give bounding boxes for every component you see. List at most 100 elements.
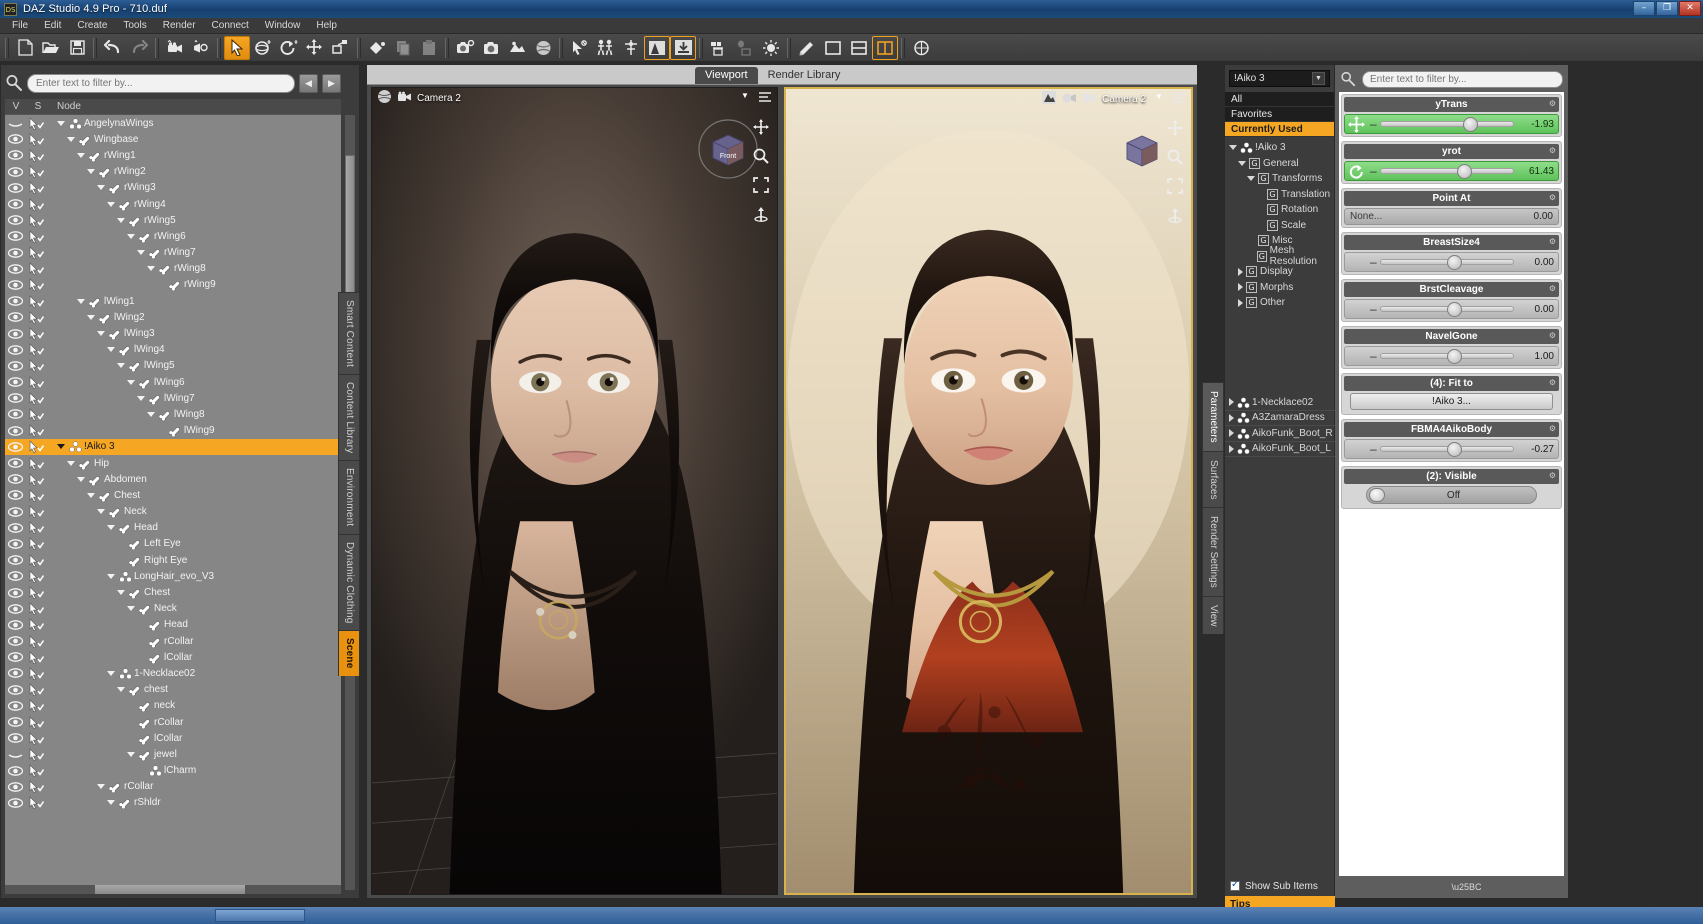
visibility-eye-icon[interactable] xyxy=(5,426,25,436)
selectable-pointer-icon[interactable] xyxy=(25,295,47,308)
scene-tree-row[interactable]: Neck xyxy=(5,601,341,617)
selectable-pointer-icon[interactable] xyxy=(25,586,47,599)
open-file-icon[interactable] xyxy=(38,36,64,60)
parameter-field[interactable]: None...0.00 xyxy=(1344,208,1559,225)
scene-tree-row[interactable]: rWing3 xyxy=(5,180,341,196)
show-sub-items-checkbox[interactable] xyxy=(1230,881,1240,891)
parameter-slider[interactable]: –0.00 xyxy=(1344,252,1559,272)
selectable-pointer-icon[interactable] xyxy=(25,635,47,648)
parameter-scene-item[interactable]: AikoFunk_Boot_L xyxy=(1225,442,1335,458)
viewport-options-icon[interactable] xyxy=(758,91,772,106)
create-light-icon[interactable] xyxy=(188,36,214,60)
parameter-group-row[interactable]: GOther xyxy=(1225,295,1334,311)
fit-to-button[interactable]: !Aiko 3... xyxy=(1350,393,1553,410)
parameter-group-row[interactable]: GMorphs xyxy=(1225,280,1334,296)
category-all[interactable]: All xyxy=(1225,92,1334,107)
slider-decrement-button[interactable]: – xyxy=(1367,304,1380,314)
parameters-filter-input[interactable] xyxy=(1362,71,1563,88)
chevron-down-icon-tree[interactable] xyxy=(147,412,155,417)
rotate-tool-icon[interactable] xyxy=(250,36,276,60)
tab-parameters[interactable]: Parameters xyxy=(1202,382,1224,451)
selectable-pointer-icon[interactable] xyxy=(25,796,47,809)
scene-tree-row[interactable]: lWing5 xyxy=(5,358,341,374)
chevron-down-icon-param[interactable] xyxy=(1229,145,1237,150)
toggle-knob[interactable] xyxy=(1369,488,1385,502)
slider-decrement-button[interactable]: – xyxy=(1367,166,1380,176)
chevron-down-icon-tree[interactable] xyxy=(77,477,85,482)
parameter-scene-item[interactable]: A3ZamaraDress xyxy=(1225,411,1335,427)
spin-tool-icon[interactable] xyxy=(276,36,302,60)
visible-toggle[interactable]: Off xyxy=(1366,486,1537,504)
gear-icon[interactable]: ⚙ xyxy=(1549,378,1556,387)
chevron-right-icon-param[interactable] xyxy=(1238,268,1243,276)
visibility-eye-icon[interactable] xyxy=(5,701,25,711)
scene-tree-row[interactable]: rWing6 xyxy=(5,228,341,244)
chevron-right-icon-item[interactable] xyxy=(1229,445,1234,453)
save-file-icon[interactable] xyxy=(64,36,90,60)
slider-thumb[interactable] xyxy=(1447,442,1462,457)
save-preset-icon[interactable] xyxy=(670,36,696,60)
show-sub-items-row[interactable]: Show Sub Items xyxy=(1225,878,1335,894)
layout-split-v-icon[interactable] xyxy=(872,36,898,60)
menu-create[interactable]: Create xyxy=(69,19,115,32)
chevron-down-icon-tree[interactable] xyxy=(127,234,135,239)
preset-selector[interactable]: !Aiko 3 ▼ xyxy=(1229,70,1330,87)
chevron-down-icon-tree[interactable] xyxy=(97,185,105,190)
joint-editor-icon[interactable] xyxy=(618,36,644,60)
scene-tree-row[interactable]: Hip xyxy=(5,455,341,471)
redo-icon[interactable] xyxy=(126,36,152,60)
scene-tree-row[interactable]: lCharm xyxy=(5,763,341,779)
scene-tree-row[interactable]: 1-Necklace02 xyxy=(5,665,341,681)
scene-tree-row[interactable]: lCollar xyxy=(5,730,341,746)
scene-tree-row[interactable]: rWing9 xyxy=(5,277,341,293)
parameter-group-row[interactable]: GTransforms xyxy=(1225,171,1334,187)
selectable-pointer-icon[interactable] xyxy=(25,732,47,745)
scene-tree-row[interactable]: rWing8 xyxy=(5,261,341,277)
orbit-icon[interactable] xyxy=(750,203,772,225)
selectable-pointer-icon[interactable] xyxy=(25,408,47,421)
scene-tree-row[interactable]: rWing2 xyxy=(5,164,341,180)
tab-scene[interactable]: Scene xyxy=(338,630,360,675)
selectable-pointer-icon[interactable] xyxy=(25,570,47,583)
gear-icon[interactable]: ⚙ xyxy=(1549,284,1556,293)
scene-tree-row[interactable]: Chest xyxy=(5,487,341,503)
chevron-right-icon-item[interactable] xyxy=(1229,414,1234,422)
gear-icon[interactable]: ⚙ xyxy=(1549,331,1556,340)
chevron-down-icon-tree[interactable] xyxy=(87,315,95,320)
filter-next-button[interactable]: ▶ xyxy=(322,74,341,93)
visibility-eye-icon[interactable] xyxy=(5,604,25,614)
visibility-eye-icon[interactable] xyxy=(5,280,25,290)
menu-edit[interactable]: Edit xyxy=(36,19,69,32)
visibility-eye-icon[interactable] xyxy=(5,685,25,695)
category-currently-used[interactable]: Currently Used xyxy=(1225,122,1334,137)
parameter-slider[interactable]: –61.43 xyxy=(1344,161,1559,181)
slider-decrement-button[interactable]: – xyxy=(1367,257,1380,267)
selectable-pointer-icon[interactable] xyxy=(25,473,47,486)
chevron-right-icon-item[interactable] xyxy=(1229,429,1234,437)
spot-render-icon[interactable] xyxy=(478,36,504,60)
selectable-pointer-icon[interactable] xyxy=(25,457,47,470)
selectable-pointer-icon[interactable] xyxy=(25,230,47,243)
render-icon[interactable] xyxy=(504,36,530,60)
iray-preview-icon[interactable] xyxy=(530,36,556,60)
undo-icon[interactable] xyxy=(100,36,126,60)
chevron-down-icon-tree[interactable] xyxy=(127,380,135,385)
viewport-options-icon-right[interactable] xyxy=(1172,92,1186,107)
chevron-down-icon-tree[interactable] xyxy=(117,590,125,595)
chevron-down-icon-right[interactable]: ▼ xyxy=(1151,92,1167,106)
chevron-right-icon-item[interactable] xyxy=(1229,398,1234,406)
selectable-pointer-icon[interactable] xyxy=(25,343,47,356)
parameter-slider[interactable]: –-0.27 xyxy=(1344,439,1559,459)
visibility-eye-icon[interactable] xyxy=(5,248,25,258)
visibility-eye-icon[interactable] xyxy=(5,782,25,792)
chevron-down-icon-tree[interactable] xyxy=(147,266,155,271)
translate-tool-icon[interactable] xyxy=(302,36,328,60)
chevron-down-icon-tree[interactable] xyxy=(87,169,95,174)
parameter-group-row[interactable]: GTranslation xyxy=(1225,187,1334,203)
hscrollbar-thumb[interactable] xyxy=(95,885,245,894)
puppeteer-icon[interactable] xyxy=(566,36,592,60)
chevron-right-icon-param[interactable] xyxy=(1238,299,1243,307)
gear-icon[interactable]: ⚙ xyxy=(1549,471,1556,480)
scene-tree-row[interactable]: rWing1 xyxy=(5,147,341,163)
parameter-scene-item[interactable]: AikoFunk_Boot_R xyxy=(1225,426,1335,442)
